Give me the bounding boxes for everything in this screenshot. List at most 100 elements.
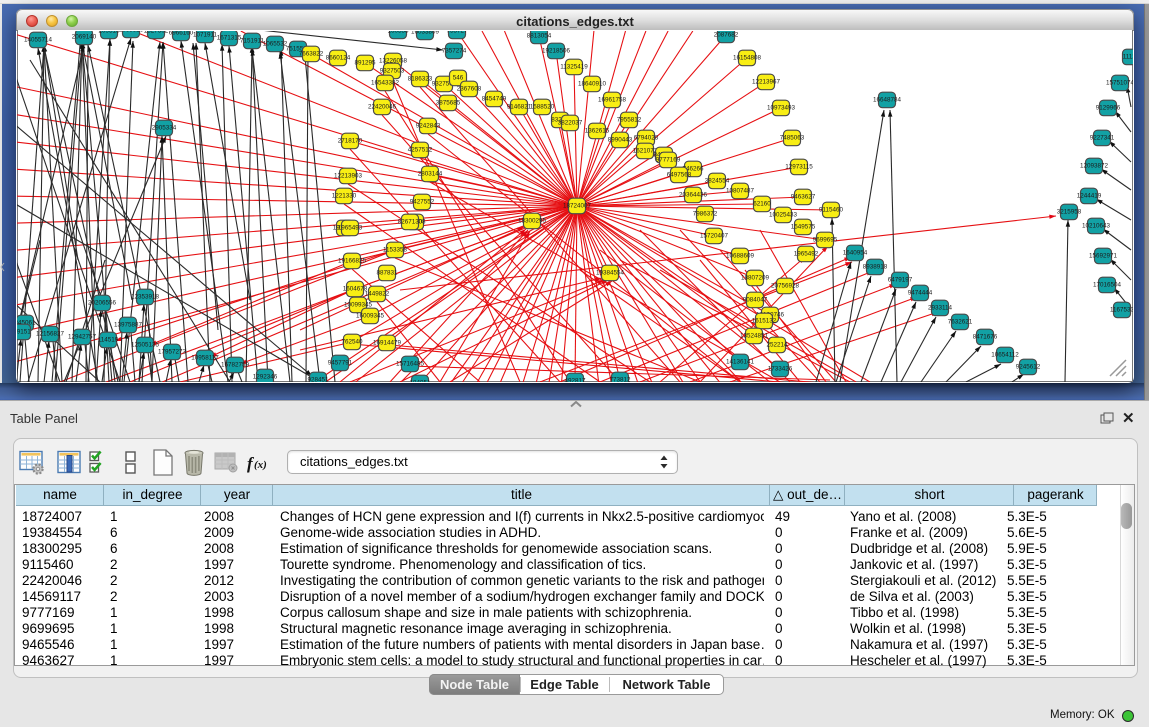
svg-text:11128: 11128 (1123, 54, 1140, 61)
svg-text:8267130: 8267130 (398, 219, 423, 226)
svg-text:1549575: 1549575 (791, 224, 816, 231)
svg-text:2933114: 2933114 (928, 305, 953, 312)
svg-text:6497568: 6497568 (667, 172, 692, 179)
svg-text:8454749: 8454749 (482, 96, 507, 103)
svg-text:7485063: 7485063 (780, 135, 805, 142)
svg-text:1965493: 1965493 (338, 225, 363, 232)
svg-text:8471676: 8471676 (973, 334, 998, 341)
svg-text:546: 546 (453, 75, 464, 82)
svg-text:13975887: 13975887 (114, 322, 143, 329)
svg-text:2087682: 2087682 (714, 32, 739, 39)
svg-text:19218506: 19218506 (542, 48, 571, 55)
svg-text:18640910: 18640910 (578, 81, 607, 88)
svg-text:22420046: 22420046 (368, 104, 397, 111)
svg-text:16009345: 16009345 (356, 313, 385, 320)
svg-text:12973115: 12973115 (785, 164, 813, 171)
svg-text:1588520: 1588520 (530, 104, 555, 111)
svg-text:10099345: 10099345 (344, 302, 373, 309)
svg-text:9427552: 9427552 (410, 199, 435, 206)
svg-text:1640954: 1640954 (843, 250, 868, 257)
svg-text:62160: 62160 (753, 201, 771, 208)
svg-text:6479197: 6479197 (888, 277, 913, 284)
svg-text:15692971: 15692971 (1089, 253, 1118, 260)
svg-text:8660124: 8660124 (326, 55, 351, 62)
svg-text:16543382: 16543382 (371, 80, 400, 87)
svg-text:9129966: 9129966 (1096, 105, 1121, 112)
svg-text:20206556: 20206556 (88, 300, 117, 307)
svg-text:10807487: 10807487 (726, 188, 755, 195)
svg-text:7955812: 7955812 (617, 117, 642, 124)
svg-text:9777169: 9777169 (656, 157, 681, 164)
svg-text:12942757: 12942757 (68, 334, 97, 341)
svg-text:6966160: 6966160 (169, 30, 194, 37)
svg-text:9245612: 9245612 (1016, 364, 1041, 371)
svg-text:9084047: 9084047 (743, 297, 768, 304)
svg-text:1292346: 1292346 (253, 374, 278, 381)
svg-text:1065532: 1065532 (263, 41, 288, 48)
svg-text:160338: 160338 (387, 28, 409, 35)
svg-text:492817: 492817 (564, 378, 586, 385)
svg-text:10210643: 10210643 (1082, 223, 1111, 230)
svg-text:13524851: 13524851 (740, 333, 769, 340)
svg-text:1615132: 1615132 (752, 318, 777, 325)
svg-text:1449822: 1449822 (365, 291, 390, 298)
svg-text:12353918: 12353918 (131, 294, 160, 301)
svg-text:2718170: 2718170 (338, 138, 363, 145)
svg-text:15720407: 15720407 (700, 233, 729, 240)
svg-text:9474444: 9474444 (908, 290, 933, 297)
svg-text:9146821: 9146821 (507, 104, 532, 111)
svg-text:15751074: 15751074 (1106, 80, 1135, 87)
svg-text:19166825: 19166825 (338, 258, 367, 265)
svg-text:4257512: 4257512 (408, 147, 433, 154)
svg-text:184951: 184951 (409, 380, 431, 387)
svg-text:7151911: 7151911 (240, 38, 265, 45)
svg-text:18807209: 18807209 (741, 275, 770, 282)
svg-text:1065326: 1065326 (119, 27, 144, 34)
svg-text:14136141: 14136141 (726, 359, 755, 366)
svg-text:1965492: 1965492 (794, 251, 819, 258)
svg-text:16154808: 16154808 (733, 55, 762, 62)
svg-text:12213967: 12213967 (752, 79, 781, 86)
svg-text:8813054: 8813054 (527, 33, 552, 40)
svg-text:7986372: 7986372 (693, 211, 718, 218)
svg-text:11325419: 11325419 (560, 64, 588, 71)
svg-text:7357274: 7357274 (442, 48, 467, 55)
svg-text:10958117: 10958117 (191, 355, 219, 362)
svg-text:17957273: 17957273 (158, 349, 187, 356)
svg-text:9115460: 9115460 (819, 207, 844, 214)
svg-text:8938918: 8938918 (863, 264, 888, 271)
svg-text:39151: 39151 (13, 329, 31, 336)
svg-text:18724007: 18724007 (563, 203, 592, 210)
svg-text:2069140: 2069140 (72, 34, 97, 41)
svg-text:(x): (x) (254, 459, 267, 471)
svg-text:3875685: 3875685 (436, 100, 461, 107)
svg-text:252214: 252214 (766, 342, 788, 349)
svg-text:1733426: 1733426 (768, 366, 793, 373)
svg-text:9463627: 9463627 (791, 194, 816, 201)
svg-text:3824554: 3824554 (705, 178, 730, 185)
svg-text:9327503: 9327503 (380, 68, 405, 75)
svg-text:16782759: 16782759 (221, 362, 250, 369)
svg-text:10688609: 10688609 (726, 253, 755, 260)
svg-text:1153358: 1153358 (383, 247, 408, 254)
svg-text:114519: 114519 (98, 337, 119, 344)
svg-text:928451: 928451 (307, 377, 329, 384)
svg-text:2367608: 2367608 (457, 86, 482, 93)
svg-text:20364436: 20364436 (679, 192, 708, 199)
svg-text:10654112: 10654112 (991, 352, 1019, 359)
svg-text:8186323: 8186323 (408, 76, 433, 83)
svg-text:20756928: 20756928 (771, 283, 800, 290)
svg-text:762540: 762540 (341, 339, 363, 346)
svg-text:10973493: 10973493 (767, 105, 796, 112)
svg-text:8990443: 8990443 (608, 137, 633, 144)
svg-text:2803144: 2803144 (418, 171, 443, 178)
svg-text:17016504: 17016504 (1093, 282, 1122, 289)
svg-text:3215958: 3215958 (1057, 209, 1082, 216)
svg-text:16914479: 16914479 (373, 340, 402, 347)
svg-text:12213903: 12213903 (334, 173, 363, 180)
svg-text:12093872: 12093872 (1080, 163, 1109, 170)
svg-text:3822037: 3822037 (558, 120, 583, 127)
svg-text:9227341: 9227341 (1090, 135, 1115, 142)
svg-text:15716485: 15716485 (396, 361, 425, 368)
svg-text:891295: 891295 (354, 60, 376, 67)
